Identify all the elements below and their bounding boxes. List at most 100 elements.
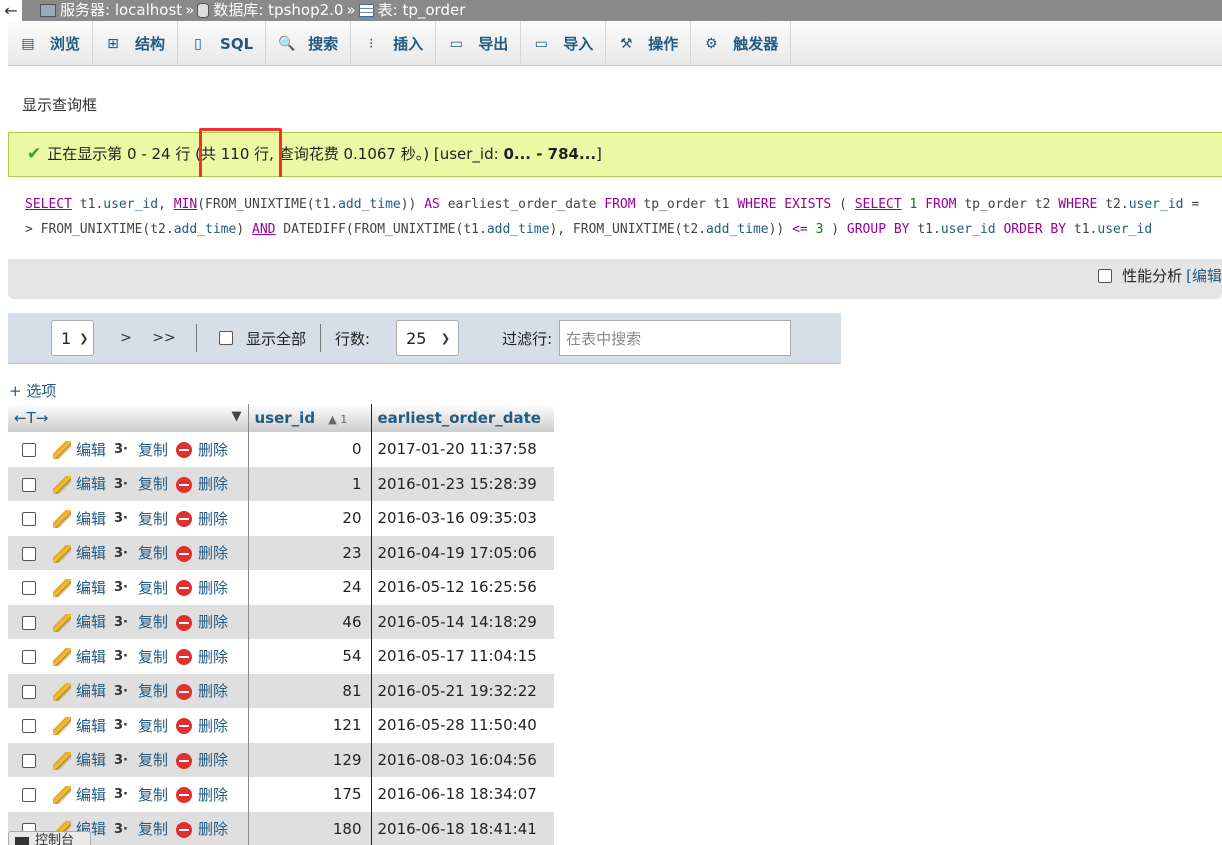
last-page-button[interactable]: >> [146, 320, 182, 356]
delete-row-button[interactable]: 删除 [176, 682, 228, 700]
rows-per-page-select[interactable]: 25 ❯ [396, 320, 460, 356]
cell-earliest-order-date[interactable]: 2016-06-18 18:34:07 [371, 777, 554, 812]
tab-search[interactable]: 🔍 搜索 [266, 21, 352, 66]
cell-earliest-order-date[interactable]: 2016-05-21 19:32:22 [371, 673, 554, 708]
delete-row-button[interactable]: 删除 [176, 613, 228, 631]
copy-row-button[interactable]: 3· 复制 [114, 579, 168, 597]
filter-rows-input[interactable]: 在表中搜索 [559, 320, 792, 356]
cell-user-id[interactable]: 23 [248, 535, 372, 570]
cell-earliest-order-date[interactable]: 2016-05-28 11:50:40 [371, 708, 554, 743]
cell-user-id[interactable]: 180 [248, 811, 372, 845]
page-select[interactable]: 1 ❯ [51, 320, 94, 356]
copy-row-button[interactable]: 3· 复制 [114, 441, 168, 459]
row-checkbox[interactable] [22, 512, 36, 527]
sql-code[interactable]: SELECT t1.user_id, MIN(FROM_UNIXTIME(t1.… [8, 177, 1222, 259]
row-checkbox[interactable] [22, 684, 36, 699]
delete-row-button[interactable]: 删除 [176, 579, 228, 597]
delete-row-button[interactable]: 删除 [176, 717, 228, 735]
tab-import[interactable]: ▭ 导入 [521, 21, 607, 66]
copy-icon: 3· [114, 752, 128, 768]
cell-earliest-order-date[interactable]: 2016-03-16 09:35:03 [371, 501, 554, 536]
row-checkbox[interactable] [22, 719, 36, 734]
delete-row-button[interactable]: 删除 [176, 820, 228, 838]
column-header-user-id[interactable]: user_id ▲ 1 [248, 404, 372, 432]
row-checkbox[interactable] [22, 615, 36, 630]
show-query-box-link[interactable]: 显示查询框 [22, 94, 97, 115]
edit-inline-link[interactable]: [编辑 [1186, 265, 1222, 286]
copy-row-button[interactable]: 3· 复制 [114, 751, 168, 769]
row-checkbox[interactable] [22, 546, 36, 561]
edit-row-button[interactable]: 编辑 [53, 648, 106, 667]
back-arrow-icon[interactable]: ← [0, 0, 22, 21]
cell-earliest-order-date[interactable]: 2016-01-23 15:28:39 [371, 466, 554, 501]
tab-sql[interactable]: ▯ SQL [178, 21, 267, 66]
cell-earliest-order-date[interactable]: 2017-01-20 11:37:58 [371, 432, 554, 467]
row-checkbox[interactable] [22, 753, 36, 768]
cell-earliest-order-date[interactable]: 2016-08-03 16:04:56 [371, 742, 554, 777]
tab-export[interactable]: ▭ 导出 [436, 21, 522, 66]
sort-toggle-icon[interactable]: ▼ [232, 409, 242, 424]
options-link[interactable]: + 选项 [9, 380, 56, 401]
edit-row-button[interactable]: 编辑 [53, 510, 106, 529]
edit-row-button[interactable]: 编辑 [53, 717, 106, 736]
copy-row-button[interactable]: 3· 复制 [114, 820, 168, 838]
cell-user-id[interactable]: 0 [248, 432, 372, 467]
edit-row-button[interactable]: 编辑 [53, 751, 106, 770]
delete-row-button[interactable]: 删除 [176, 475, 228, 493]
breadcrumb-table[interactable]: 表: tp_order [358, 1, 465, 20]
copy-row-button[interactable]: 3· 复制 [114, 510, 168, 528]
edit-row-button[interactable]: 编辑 [53, 579, 106, 598]
cell-user-id[interactable]: 121 [248, 708, 372, 743]
cell-earliest-order-date[interactable]: 2016-04-19 17:05:06 [371, 535, 554, 570]
edit-row-button[interactable]: 编辑 [53, 682, 106, 701]
edit-row-button[interactable]: 编辑 [53, 441, 106, 460]
cell-user-id[interactable]: 175 [248, 777, 372, 812]
cell-user-id[interactable]: 81 [248, 673, 372, 708]
copy-row-button[interactable]: 3· 复制 [114, 648, 168, 666]
column-resize-arrows-icon[interactable]: ←T→ [14, 409, 48, 427]
profiling-checkbox[interactable] [1098, 268, 1113, 283]
cell-user-id[interactable]: 24 [248, 570, 372, 605]
copy-row-button[interactable]: 3· 复制 [114, 475, 168, 493]
breadcrumb-database[interactable]: 数据库: tpshop2.0 [197, 1, 343, 20]
cell-earliest-order-date[interactable]: 2016-05-17 11:04:15 [371, 639, 554, 674]
edit-row-button[interactable]: 编辑 [53, 613, 106, 632]
copy-row-button[interactable]: 3· 复制 [114, 682, 168, 700]
cell-earliest-order-date[interactable]: 2016-05-12 16:25:56 [371, 570, 554, 605]
cell-user-id[interactable]: 1 [248, 466, 372, 501]
delete-row-button[interactable]: 删除 [176, 510, 228, 528]
copy-row-button[interactable]: 3· 复制 [114, 544, 168, 562]
show-all-checkbox[interactable] [219, 331, 233, 345]
column-header-earliest-order-date[interactable]: earliest_order_date [371, 404, 554, 432]
tab-insert[interactable]: ⁝ 插入 [351, 21, 437, 66]
delete-row-button[interactable]: 删除 [176, 786, 228, 804]
tab-triggers[interactable]: ⚙ 触发器 [691, 21, 792, 66]
console-tab[interactable]: 控制台 [8, 831, 91, 845]
edit-row-button[interactable]: 编辑 [53, 786, 106, 805]
cell-earliest-order-date[interactable]: 2016-06-18 18:41:41 [371, 811, 554, 845]
delete-row-button[interactable]: 删除 [176, 544, 228, 562]
row-checkbox[interactable] [22, 443, 36, 458]
delete-row-button[interactable]: 删除 [176, 648, 228, 666]
copy-row-button[interactable]: 3· 复制 [114, 786, 168, 804]
edit-row-button[interactable]: 编辑 [53, 544, 106, 563]
next-page-button[interactable]: > [110, 320, 142, 356]
cell-user-id[interactable]: 20 [248, 501, 372, 536]
cell-earliest-order-date[interactable]: 2016-05-14 14:18:29 [371, 604, 554, 639]
edit-row-button[interactable]: 编辑 [53, 475, 106, 494]
row-checkbox[interactable] [22, 650, 36, 665]
row-checkbox[interactable] [22, 788, 36, 803]
cell-user-id[interactable]: 54 [248, 639, 372, 674]
delete-row-button[interactable]: 删除 [176, 751, 228, 769]
breadcrumb-server[interactable]: 服务器: localhost [40, 1, 182, 20]
cell-user-id[interactable]: 46 [248, 604, 372, 639]
cell-user-id[interactable]: 129 [248, 742, 372, 777]
row-checkbox[interactable] [22, 581, 36, 596]
delete-row-button[interactable]: 删除 [176, 441, 228, 459]
copy-row-button[interactable]: 3· 复制 [114, 717, 168, 735]
tab-operations[interactable]: ⚒ 操作 [606, 21, 692, 66]
tab-structure[interactable]: ⊞ 结构 [93, 21, 179, 66]
tab-browse[interactable]: ▤ 浏览 [8, 21, 94, 66]
row-checkbox[interactable] [22, 477, 36, 492]
copy-row-button[interactable]: 3· 复制 [114, 613, 168, 631]
